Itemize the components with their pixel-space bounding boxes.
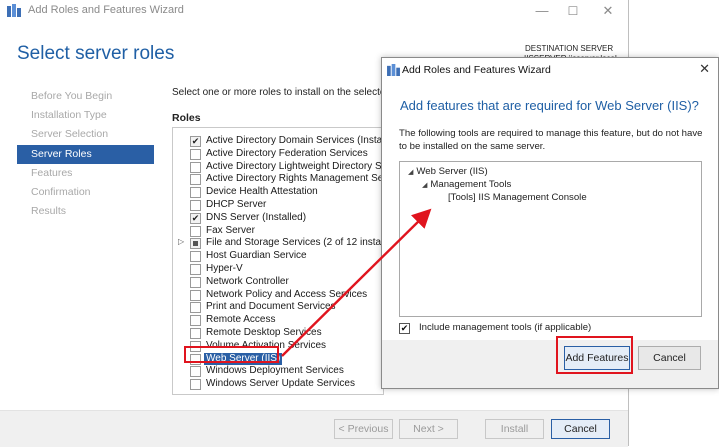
collapse-arrow-icon[interactable]: ◢: [408, 169, 413, 176]
role-label: Windows Server Update Services: [206, 378, 355, 390]
page-title: Select server roles: [17, 43, 175, 64]
role-checkbox[interactable]: [190, 302, 201, 314]
role-row[interactable]: Network Controller: [173, 275, 383, 289]
role-label: Hyper-V: [206, 263, 243, 274]
tree-item-label: [Tools] IIS Management Console: [448, 192, 587, 203]
tree-item-label: Management Tools: [430, 179, 512, 190]
role-checkbox[interactable]: [190, 238, 201, 250]
role-checkbox[interactable]: [190, 328, 201, 339]
role-label: Network Policy and Access Services: [206, 288, 368, 300]
role-checkbox[interactable]: [190, 264, 201, 275]
main-titlebar: Add Roles and Features Wizard — ☐ ✕: [0, 0, 628, 22]
nav-item-results[interactable]: Results: [17, 202, 154, 221]
expand-icon[interactable]: ▷: [178, 237, 184, 246]
role-row[interactable]: Active Directory Federation Services: [173, 147, 383, 161]
role-checkbox[interactable]: [190, 315, 201, 327]
include-management-tools-label: Include management tools (if applicable): [419, 322, 592, 333]
cancel-button[interactable]: Cancel: [551, 419, 610, 439]
role-checkbox[interactable]: ✔: [190, 136, 201, 147]
role-label: Active Directory Rights Management Servi…: [206, 173, 384, 185]
role-row[interactable]: DHCP Server: [173, 199, 383, 212]
role-row[interactable]: Fax Server: [173, 224, 383, 238]
role-checkbox[interactable]: [190, 379, 201, 391]
server-manager-icon: [387, 64, 400, 76]
role-checkbox[interactable]: [190, 148, 201, 160]
window-title: Add Roles and Features Wizard: [28, 4, 184, 16]
role-row[interactable]: Print and Document Services: [173, 301, 383, 314]
role-row[interactable]: Network Policy and Access Services: [173, 288, 383, 302]
instructions-text: Select one or more roles to install on t…: [172, 87, 392, 98]
role-label: Print and Document Services: [206, 301, 336, 313]
next-button[interactable]: Next >: [399, 419, 458, 439]
close-button[interactable]: ✕: [586, 0, 630, 22]
wizard-nav: Before You Begin Installation Type Server …: [17, 87, 154, 221]
include-management-tools-checkbox[interactable]: ✔: [399, 323, 410, 334]
role-checkbox[interactable]: [190, 251, 201, 263]
dialog-close-button[interactable]: ✕: [699, 61, 710, 77]
role-checkbox[interactable]: [190, 366, 201, 378]
role-label: Remote Access: [206, 314, 276, 326]
role-label: Windows Deployment Services: [206, 365, 344, 377]
role-row[interactable]: ✔ Active Directory Domain Services (Insta…: [173, 135, 384, 148]
role-row[interactable]: ✔ DNS Server (Installed): [173, 211, 383, 225]
role-row[interactable]: Windows Server Update Services: [173, 378, 383, 391]
role-label: DHCP Server: [206, 199, 267, 210]
role-row[interactable]: Active Directory Rights Management Servi…: [173, 173, 384, 186]
roles-heading: Roles: [172, 112, 201, 124]
destination-server-label: DESTINATION SERVER: [525, 44, 614, 53]
role-checkbox[interactable]: [190, 161, 201, 173]
tree-item[interactable]: [Tools] IIS Management Console: [448, 192, 587, 203]
dialog-description: The following tools are required to mana…: [399, 128, 703, 152]
role-checkbox[interactable]: ✔: [190, 212, 201, 224]
server-manager-icon: [7, 4, 21, 17]
role-label: Device Health Attestation: [206, 186, 318, 198]
role-label: Active Directory Lightweight Directory S…: [206, 160, 383, 172]
web-server-highlight-box: [184, 346, 279, 363]
role-label: Active Directory Domain Services (Instal…: [206, 135, 384, 146]
dialog-cancel-button[interactable]: Cancel: [638, 346, 701, 370]
role-row[interactable]: Active Directory Lightweight Directory S…: [173, 160, 383, 174]
role-checkbox[interactable]: [190, 289, 201, 301]
dialog-heading: Add features that are required for Web S…: [400, 98, 699, 113]
wizard-button-bar: < Previous Next > Install Cancel: [0, 410, 628, 447]
role-checkbox[interactable]: [190, 225, 201, 237]
role-checkbox[interactable]: [190, 174, 201, 186]
tree-item[interactable]: ◢ Management Tools: [422, 179, 511, 190]
dialog-titlebar: Add Roles and Features Wizard ✕: [382, 58, 718, 82]
role-checkbox[interactable]: [190, 276, 201, 288]
role-label: File and Storage Services (2 of 12 insta…: [206, 237, 384, 249]
role-label: Network Controller: [206, 275, 289, 287]
role-row[interactable]: ▷ File and Storage Services (2 of 12 inst…: [173, 237, 384, 250]
nav-item-server-selection[interactable]: Server Selection: [17, 125, 154, 144]
role-checkbox[interactable]: [190, 187, 201, 199]
role-row[interactable]: Remote Access: [173, 314, 383, 327]
nav-item-features[interactable]: Features: [17, 164, 154, 183]
role-row[interactable]: Device Health Attestation: [173, 186, 383, 199]
role-label: DNS Server (Installed): [206, 211, 307, 223]
role-label: Fax Server: [206, 224, 255, 236]
collapse-arrow-icon[interactable]: ◢: [422, 182, 427, 189]
role-row[interactable]: Host Guardian Service: [173, 250, 383, 263]
role-row[interactable]: Windows Deployment Services: [173, 365, 383, 378]
previous-button[interactable]: < Previous: [334, 419, 393, 439]
role-label: Remote Desktop Services: [206, 327, 322, 338]
role-label: Host Guardian Service: [206, 250, 307, 262]
add-features-dialog: Add Roles and Features Wizard ✕ Add feat…: [381, 57, 719, 389]
role-row[interactable]: Hyper-V: [173, 263, 383, 276]
install-button[interactable]: Install: [485, 419, 544, 439]
tree-item[interactable]: ◢ Web Server (IIS): [408, 166, 488, 177]
tree-item-label: Web Server (IIS): [416, 166, 488, 177]
role-label: Active Directory Federation Services: [206, 147, 368, 159]
role-row[interactable]: Remote Desktop Services: [173, 327, 383, 340]
role-checkbox[interactable]: [190, 200, 201, 211]
nav-item-confirmation[interactable]: Confirmation: [17, 183, 154, 202]
nav-item-installation-type[interactable]: Installation Type: [17, 106, 154, 125]
required-features-tree[interactable]: ◢ Web Server (IIS) ◢ Management Tools [Tools…: [399, 161, 702, 317]
nav-item-server-roles[interactable]: Server Roles: [17, 144, 154, 164]
nav-item-before-you-begin[interactable]: Before You Begin: [17, 87, 154, 106]
add-features-highlight-box: [556, 336, 633, 374]
dialog-title: Add Roles and Features Wizard: [402, 64, 551, 76]
